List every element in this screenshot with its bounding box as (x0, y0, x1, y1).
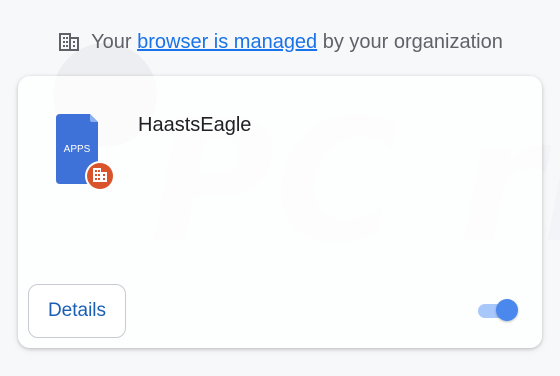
enable-toggle[interactable] (478, 298, 518, 322)
managed-link[interactable]: browser is managed (137, 31, 317, 53)
managed-prefix: Your (91, 30, 138, 53)
details-button[interactable]: Details (28, 284, 126, 338)
managed-text: Your browser is managed by your organiza… (91, 31, 503, 54)
apps-icon: APPS (56, 114, 114, 191)
managed-notice: Your browser is managed by your organiza… (0, 22, 560, 62)
toggle-knob (496, 299, 518, 321)
extension-page: PC risk.com Your browser is managed by y… (0, 0, 560, 376)
managed-suffix: by your organization (317, 30, 503, 53)
apps-icon-label: APPS (64, 144, 91, 155)
building-icon (59, 33, 80, 51)
extension-name: HaastsEagle (138, 114, 252, 136)
extension-card: APPS HaastsEagle Details (18, 76, 542, 348)
